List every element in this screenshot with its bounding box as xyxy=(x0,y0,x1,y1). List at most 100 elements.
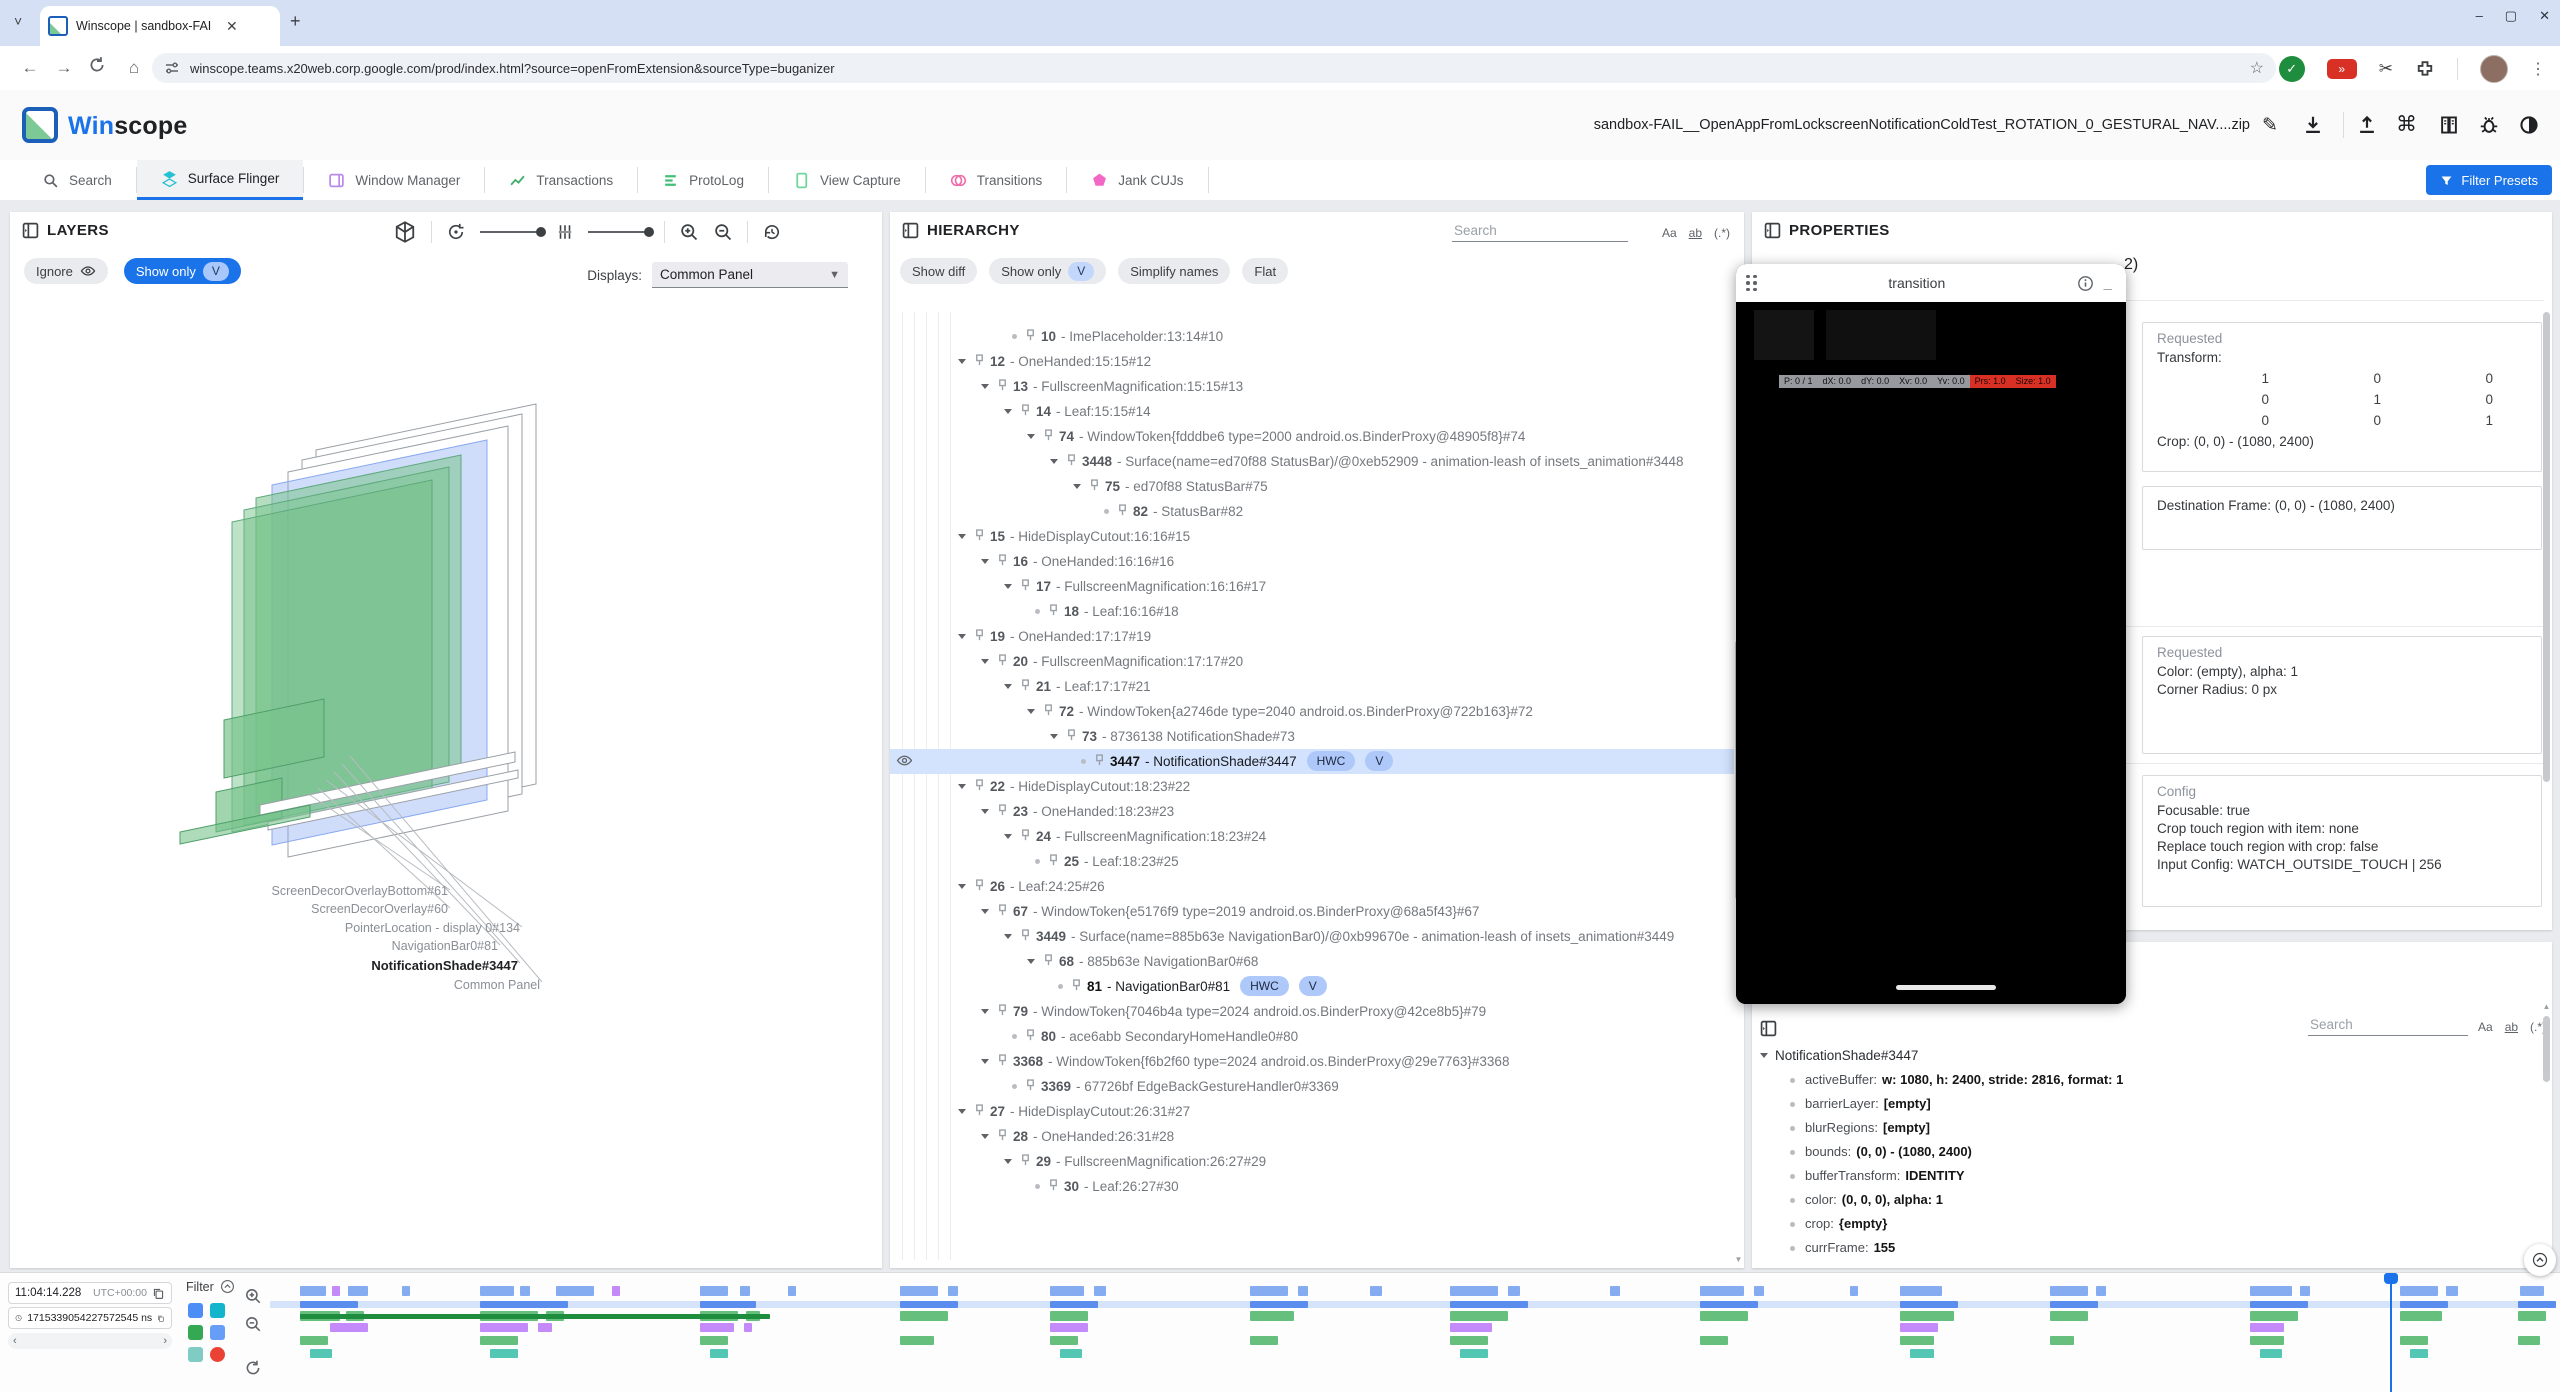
expand-arrow-icon[interactable] xyxy=(958,884,966,889)
ignore-chip[interactable]: Ignore xyxy=(24,258,108,284)
hierarchy-node-18[interactable]: 18- Leaf:16:16#18 xyxy=(890,599,1734,624)
pin-icon[interactable] xyxy=(997,1129,1008,1142)
tab-window-manager[interactable]: Window Manager xyxy=(304,160,484,200)
expand-arrow-icon[interactable] xyxy=(981,909,989,914)
pin-icon[interactable] xyxy=(997,1004,1008,1017)
property-row[interactable]: currFrame:155 xyxy=(1790,1240,2522,1255)
hierarchy-node-72[interactable]: 72- WindowToken{a2746de type=2040 androi… xyxy=(890,699,1734,724)
timeline-tracks[interactable] xyxy=(0,1273,2560,1392)
tab-search[interactable]: Search xyxy=(18,160,136,200)
expand-arrow-icon[interactable] xyxy=(1004,584,1012,589)
pin-icon[interactable] xyxy=(1043,954,1054,967)
expand-arrow-icon[interactable] xyxy=(981,1009,989,1014)
property-row[interactable]: crop:{empty} xyxy=(1790,1216,2522,1231)
match-case-icon[interactable]: Aa xyxy=(1662,226,1677,240)
panel-toggle-icon[interactable] xyxy=(1760,1020,1777,1037)
expand-arrow-icon[interactable] xyxy=(981,1134,989,1139)
hierarchy-node-79[interactable]: 79- WindowToken{7046b4a type=2024 androi… xyxy=(890,999,1734,1024)
filter-presets-button[interactable]: Filter Presets xyxy=(2426,165,2552,195)
pin-icon[interactable] xyxy=(1020,829,1031,842)
window-maximize-icon[interactable]: ▢ xyxy=(2505,8,2517,24)
hierarchy-node-3369[interactable]: 3369- 67726bf EdgeBackGestureHandler0#33… xyxy=(890,1074,1734,1099)
pin-icon[interactable] xyxy=(974,629,985,642)
screenshot-overlay-card[interactable]: transition _ P: 0 / 1dX: 0.0dY: 0.0Xv: 0… xyxy=(1736,264,2126,1004)
hierarchy-node-81[interactable]: 81- NavigationBar0#81HWCV xyxy=(890,974,1734,999)
panel-toggle-icon[interactable] xyxy=(902,222,919,239)
pin-icon[interactable] xyxy=(997,654,1008,667)
pin-icon[interactable] xyxy=(1025,1029,1036,1042)
bookmark-star-icon[interactable]: ☆ xyxy=(2250,58,2264,78)
kebab-menu-icon[interactable]: ⋮ xyxy=(2530,59,2546,79)
spacing-slider[interactable] xyxy=(588,231,650,233)
download-icon[interactable] xyxy=(2302,114,2324,136)
pin-icon[interactable] xyxy=(1089,479,1100,492)
curr-search-input[interactable]: Search xyxy=(2308,1014,2468,1036)
window-minimize-icon[interactable]: – xyxy=(2476,8,2483,24)
hierarchy-node-3448[interactable]: 3448- Surface(name=ed70f88 StatusBar)/@0… xyxy=(890,449,1734,474)
expand-arrow-icon[interactable] xyxy=(1073,484,1081,489)
expand-arrow-icon[interactable] xyxy=(958,634,966,639)
hierarchy-node-10[interactable]: 10- ImePlaceholder:13:14#10 xyxy=(890,324,1734,349)
eye-icon[interactable] xyxy=(896,752,913,769)
pin-icon[interactable] xyxy=(974,354,985,367)
panel-toggle-icon[interactable] xyxy=(22,222,39,239)
hierarchy-node-13[interactable]: 13- FullscreenMagnification:15:15#13 xyxy=(890,374,1734,399)
new-tab-button[interactable]: + xyxy=(290,11,301,32)
home-icon[interactable]: ⌂ xyxy=(122,56,146,80)
drag-handle-icon[interactable] xyxy=(1746,275,1757,292)
flat-chip[interactable]: Flat xyxy=(1242,258,1288,284)
pin-icon[interactable] xyxy=(1020,1154,1031,1167)
hierarchy-node-75[interactable]: 75- ed70f88 StatusBar#75 xyxy=(890,474,1734,499)
pin-icon[interactable] xyxy=(1117,504,1128,517)
pin-icon[interactable] xyxy=(1071,979,1082,992)
profile-avatar[interactable] xyxy=(2480,55,2508,83)
expand-arrow-icon[interactable] xyxy=(1004,834,1012,839)
hierarchy-node-74[interactable]: 74- WindowToken{fdddbe6 type=2000 androi… xyxy=(890,424,1734,449)
hierarchy-node-12[interactable]: 12- OneHanded:15:15#12 xyxy=(890,349,1734,374)
tab-search-chevron-icon[interactable]: ˅ xyxy=(14,14,22,28)
displays-select[interactable]: Common Panel▼ xyxy=(652,262,848,288)
hierarchy-node-3449[interactable]: 3449- Surface(name=885b63e NavigationBar… xyxy=(890,924,1734,949)
expand-arrow-icon[interactable] xyxy=(958,784,966,789)
hierarchy-node-15[interactable]: 15- HideDisplayCutout:16:16#15 xyxy=(890,524,1734,549)
expand-arrow-icon[interactable] xyxy=(1004,1159,1012,1164)
hierarchy-node-21[interactable]: 21- Leaf:17:17#21 xyxy=(890,674,1734,699)
pin-icon[interactable] xyxy=(1043,429,1054,442)
expand-arrow-icon[interactable] xyxy=(1004,684,1012,689)
match-word-icon[interactable]: ab xyxy=(1689,226,1702,240)
expand-arrow-icon[interactable] xyxy=(1027,709,1035,714)
regex-icon[interactable]: (.*) xyxy=(1714,226,1730,240)
pin-icon[interactable] xyxy=(974,879,985,892)
browser-tab[interactable]: Winscope | sandbox-FAI ✕ xyxy=(40,6,280,46)
hierarchy-node-73[interactable]: 73- 8736138 NotificationShade#73 xyxy=(890,724,1734,749)
pin-icon[interactable] xyxy=(997,1054,1008,1067)
property-row[interactable]: barrierLayer:[empty] xyxy=(1790,1096,2522,1111)
expand-arrow-icon[interactable] xyxy=(981,384,989,389)
expand-arrow-icon[interactable] xyxy=(1050,459,1058,464)
expand-arrow-icon[interactable] xyxy=(981,809,989,814)
match-word-icon[interactable]: ab xyxy=(2505,1020,2518,1034)
expand-arrow-icon[interactable] xyxy=(981,659,989,664)
zoom-in-icon[interactable] xyxy=(679,222,699,242)
dark-mode-toggle-icon[interactable] xyxy=(2518,114,2540,136)
pin-icon[interactable] xyxy=(1066,454,1077,467)
rotation-slider[interactable] xyxy=(480,231,542,233)
tab-close-icon[interactable]: ✕ xyxy=(226,19,238,33)
match-case-icon[interactable]: Aa xyxy=(2478,1020,2493,1034)
show-diff-chip[interactable]: Show diff xyxy=(900,258,977,284)
zoom-out-icon[interactable] xyxy=(713,222,733,242)
expand-arrow-icon[interactable] xyxy=(958,1109,966,1114)
pin-icon[interactable] xyxy=(997,379,1008,392)
expand-arrow-icon[interactable] xyxy=(1050,734,1058,739)
property-row[interactable]: blurRegions:[empty] xyxy=(1790,1120,2522,1135)
hierarchy-node-20[interactable]: 20- FullscreenMagnification:17:17#20 xyxy=(890,649,1734,674)
hierarchy-node-3447[interactable]: 3447- NotificationShade#3447HWCV xyxy=(890,749,1734,774)
tab-view-capture[interactable]: View Capture xyxy=(769,160,925,200)
tab-protolog[interactable]: ProtoLog xyxy=(638,160,768,200)
expand-arrow-icon[interactable] xyxy=(1027,959,1035,964)
hierarchy-node-26[interactable]: 26- Leaf:24:25#26 xyxy=(890,874,1734,899)
tab-transitions[interactable]: Transitions xyxy=(926,160,1067,200)
hierarchy-node-16[interactable]: 16- OneHanded:16:16#16 xyxy=(890,549,1734,574)
spacing-icon[interactable] xyxy=(556,223,574,241)
timeline-playhead-handle[interactable] xyxy=(2384,1273,2398,1284)
